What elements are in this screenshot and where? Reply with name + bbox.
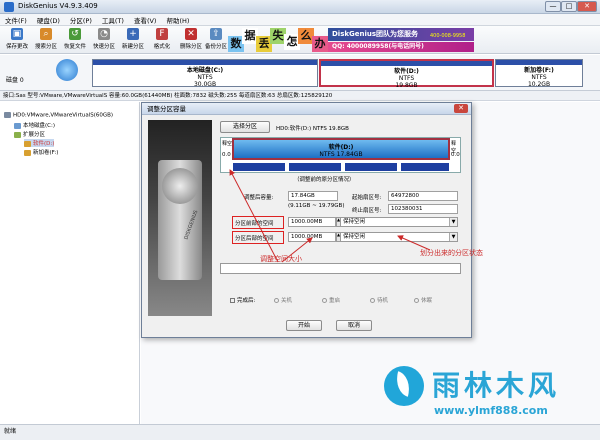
watermark-logo xyxy=(384,366,424,406)
watermark-title: 雨林木风 xyxy=(432,369,561,402)
annotation-state: 划分出来的分区状态 xyxy=(420,249,483,257)
watermark: 雨林木风 www.ylmf888.com xyxy=(380,362,600,424)
annotation-resize: 调整空间大小 xyxy=(260,255,302,263)
status-bar: 就绪 xyxy=(0,424,600,440)
watermark-url: www.ylmf888.com xyxy=(434,404,548,417)
